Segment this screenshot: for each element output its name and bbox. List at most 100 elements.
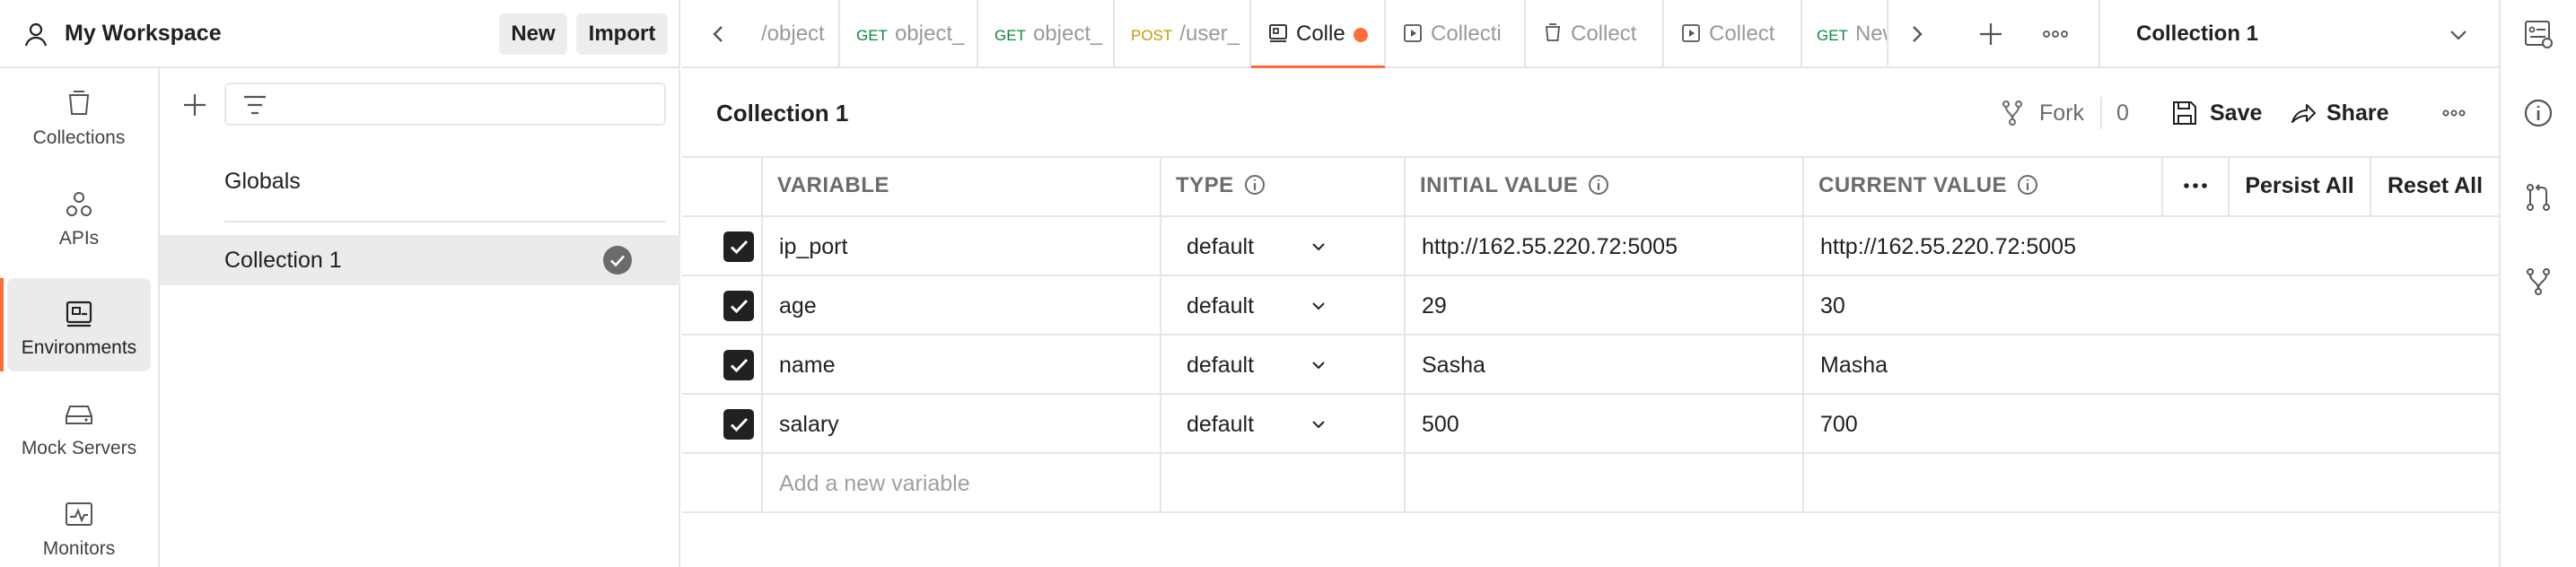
environment-editor: Collection 1 Fork 0 Save Share VARIABLE … [682, 70, 2499, 567]
fork-icon [2002, 100, 2022, 126]
fork-count[interactable]: 0 [2116, 95, 2129, 131]
save-button[interactable]: Save [2210, 95, 2262, 131]
filter-icon [244, 95, 266, 115]
chevron-down-icon[interactable] [1309, 355, 1328, 375]
sidebar-item-apis[interactable]: APIs [7, 169, 151, 262]
info-icon[interactable] [2522, 97, 2554, 129]
user-icon [24, 22, 48, 47]
right-sidebar [2499, 0, 2576, 567]
environment-item[interactable]: Collection 1 [160, 235, 680, 285]
info-icon[interactable] [1587, 173, 1610, 196]
chevron-down-icon[interactable] [1309, 414, 1328, 434]
pull-request-icon[interactable] [2522, 181, 2554, 214]
fork-button[interactable]: Fork [2039, 95, 2084, 131]
fork-icon[interactable] [2522, 266, 2554, 298]
initial-value-cell[interactable]: Sasha [1422, 336, 1485, 395]
row-enabled-checkbox[interactable] [723, 350, 754, 380]
sidebar-item-environments[interactable]: Environments [0, 278, 151, 371]
add-variable-input[interactable]: Add a new variable [779, 454, 970, 513]
new-tab-plus-icon[interactable] [1973, 16, 2009, 52]
current-value-cell[interactable]: 30 [1820, 276, 1845, 336]
tab-request[interactable]: /object [756, 0, 840, 68]
tab-request[interactable]: GET object_ [978, 0, 1115, 68]
tab-scroll-left[interactable] [682, 0, 754, 68]
checkmark-icon [730, 299, 749, 314]
column-header-current-value: CURRENT VALUE [1818, 156, 2039, 215]
checkmark-icon [730, 358, 749, 373]
tab-request[interactable]: POST/user_ [1115, 0, 1251, 68]
reset-all-button[interactable]: Reset All [2371, 156, 2499, 215]
apis-icon [66, 192, 92, 216]
runner-icon [1682, 23, 1700, 42]
tab-runner[interactable]: Collecti [1386, 0, 1526, 68]
page-title[interactable]: Collection 1 [716, 95, 848, 131]
row-enabled-checkbox[interactable] [723, 409, 754, 440]
info-icon[interactable] [2016, 173, 2039, 196]
sidebar-item-collections[interactable]: Collections [7, 68, 151, 161]
globals-item[interactable]: Globals [160, 156, 680, 206]
tab-environment-active[interactable]: Colle [1251, 0, 1386, 68]
tab-title: Collect [1571, 22, 1637, 46]
tab-scroll-right[interactable] [1890, 0, 1944, 68]
variable-name-cell[interactable]: name [779, 336, 836, 395]
unsaved-changes-dot [1354, 28, 1368, 42]
more-options-icon[interactable] [2440, 99, 2468, 127]
row-enabled-checkbox[interactable] [723, 291, 754, 321]
tab-collection[interactable]: Collect [1526, 0, 1664, 68]
table-options-button[interactable] [2163, 156, 2228, 215]
workspace-title[interactable]: My Workspace [65, 18, 222, 48]
type-select[interactable]: default [1187, 395, 1254, 454]
row-enabled-checkbox[interactable] [723, 231, 754, 262]
current-value-cell[interactable]: Masha [1820, 336, 1888, 395]
variable-name-cell[interactable]: age [779, 276, 817, 336]
tab-request[interactable]: GET object_ [840, 0, 978, 68]
tab-title: Collect [1709, 22, 1775, 46]
tab-title: /object [761, 22, 825, 46]
active-environment-check-icon[interactable] [603, 246, 632, 275]
sidebar-item-label: Collections [32, 127, 126, 148]
initial-value-cell[interactable]: 29 [1422, 276, 1447, 336]
type-select[interactable]: default [1187, 217, 1254, 276]
divider [1160, 156, 1161, 513]
chevron-down-icon[interactable] [1309, 296, 1328, 316]
divider [1404, 156, 1406, 513]
column-header-label: CURRENT VALUE [1818, 173, 2008, 197]
divider [224, 221, 666, 222]
tab-request[interactable]: GET New [1802, 0, 1888, 68]
tab-runner[interactable]: Collect [1664, 0, 1802, 68]
column-header-variable: VARIABLE [777, 173, 889, 197]
chevron-down-icon[interactable] [1309, 237, 1328, 257]
tab-title: New [1854, 22, 1887, 46]
divider [682, 334, 2499, 336]
variable-name-cell[interactable]: ip_port [779, 217, 847, 276]
environment-quick-look-icon[interactable] [2522, 18, 2554, 50]
type-select[interactable]: default [1187, 276, 1254, 336]
save-icon [2173, 101, 2196, 125]
tab-title: object_ [894, 22, 965, 46]
environment-filter-input[interactable] [224, 83, 666, 126]
environments-icon [66, 301, 92, 327]
tab-options-more-icon[interactable] [2037, 16, 2073, 52]
share-button[interactable]: Share [2326, 95, 2388, 131]
import-button[interactable]: Import [576, 13, 668, 55]
environment-selector[interactable]: Collection 1 [2098, 0, 2501, 68]
variable-name-cell[interactable]: salary [779, 395, 839, 454]
type-select[interactable]: default [1187, 336, 1254, 395]
current-value-cell[interactable]: 700 [1820, 395, 1858, 454]
initial-value-cell[interactable]: 500 [1422, 395, 1459, 454]
method-badge: GET [1817, 27, 1848, 44]
checkmark-icon [730, 240, 749, 255]
divider [682, 393, 2499, 395]
info-icon[interactable] [1243, 173, 1266, 196]
new-button[interactable]: New [499, 13, 567, 55]
current-value-cell[interactable]: http://162.55.220.72:5005 [1820, 217, 2076, 276]
environment-item-label: Collection 1 [224, 248, 342, 273]
method-badge: POST [1131, 27, 1173, 44]
sidebar-item-monitors[interactable]: Monitors [7, 479, 151, 567]
sidebar-item-label: Monitors [42, 538, 116, 559]
add-environment-icon[interactable] [180, 90, 210, 120]
sidebar-item-mock-servers[interactable]: Mock Servers [7, 379, 151, 472]
initial-value-cell[interactable]: http://162.55.220.72:5005 [1422, 217, 1678, 276]
persist-all-button[interactable]: Persist All [2230, 156, 2370, 215]
tab-title: Collecti [1431, 22, 1502, 46]
